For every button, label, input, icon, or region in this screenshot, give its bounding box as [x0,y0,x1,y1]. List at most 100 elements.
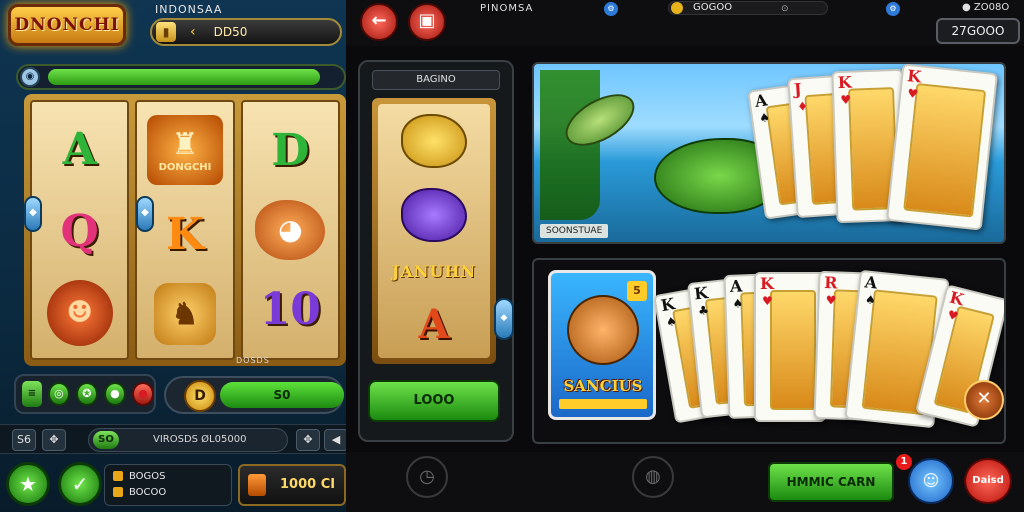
fish-symbol-icon: ◕ [255,199,326,260]
card-suit-icon: ♥ [906,86,919,102]
featured-card-ribbon [559,399,647,409]
cat-symbol-icon: ♞ [153,283,216,345]
top-card-4[interactable]: K ♥ [886,64,998,231]
game-title: PINOMSA [480,3,534,14]
mini-play-button[interactable]: LOOO [368,380,500,422]
featured-card-label: SANCIUS [563,377,643,395]
spin-value: S0 [220,382,344,408]
coin-icon: ▮ [156,22,176,42]
mini-label: JANUHN [391,262,477,281]
card-rank: A [729,276,743,296]
balance-row: BOGOS [113,469,223,485]
bottom-bar: ◷ ◍ HMMIC CARN ☺ 1 Daisd [346,452,1024,512]
bottom-controls: ★ ✓ BOGOS BOCOO 1000 CI [0,458,346,512]
coin-value: GOGOO [693,2,733,13]
wallet-icon [248,474,266,496]
card-rank: K [947,287,966,310]
fishing-scene: SOONSTUAE A ♠ J ♦ K ♥ K ♥ [532,62,1006,244]
symbol-q: Q [60,206,99,258]
search-icon[interactable]: ⊙ [781,3,789,15]
move-icon[interactable]: ✥ [42,429,66,451]
spin-coin[interactable]: D [184,380,216,412]
auto-button[interactable]: ◎ [47,382,70,406]
back-icon[interactable]: ◀ [324,429,346,451]
chevron-left-icon[interactable]: ‹ [190,24,196,40]
mask-symbol-icon: ☻ [46,279,113,346]
slot-title: INDONSAA [155,3,223,16]
balance-bar[interactable]: ▮ ‹ DD50 [150,18,342,46]
card-suit-icon: ♠ [864,292,877,308]
progress-fill [48,69,320,85]
card-suit-icon: ♥ [762,294,773,308]
control-row: ≡ ◎ ✪ ● ● D S0 [14,374,344,416]
card-rank: J [793,79,803,100]
settings-icon[interactable]: ◉ [20,67,40,87]
total-box: 1000 CI [238,464,346,506]
check-button[interactable]: ✓ [58,462,102,506]
balance-display: 27GOOO [936,18,1020,44]
bet-size-box[interactable]: S6 [12,429,36,451]
card-suit-icon: ♦ [796,99,809,114]
reel-1: A Q ☻ [30,100,130,360]
coin-icon [671,2,683,14]
move-icon-right[interactable]: ✥ [296,429,320,451]
symbol-k: K [165,208,205,260]
card-rank: K [659,294,677,316]
balance-value: DD50 [213,25,248,39]
symbol-a-icon: A [418,301,450,348]
card-suit-icon: ♠ [758,110,771,126]
card-rank: K [906,66,923,87]
card-suit-icon: ♣ [697,303,710,319]
card-suit-icon: ♥ [825,293,837,308]
bet-row: S6 ✥ SO VIROSDS ØL05000 ✥ ◀ [0,424,346,454]
card-art [770,290,816,410]
mini-gem-icon[interactable]: ◆ [494,298,514,340]
featured-card[interactable]: 5 SANCIUS [548,270,656,420]
turbo-button[interactable]: ✪ [75,382,98,406]
balance-row: BOCOO [113,485,223,501]
card-art [903,82,987,218]
app-root: DNONCHI INDONSAA ▮ ‹ DD50 ◉ A Q ☻ ♜ DONG… [0,0,1024,512]
chip-icon[interactable]: ◍ [632,456,674,498]
middle-gem-icon[interactable]: ◆ [136,196,154,232]
spin-control[interactable]: D S0 [164,376,344,414]
card-badge: 5 [627,281,647,301]
coin-icon [113,471,123,481]
star-button[interactable]: ★ [6,462,50,506]
reels: A Q ☻ ♜ DONGCHI K ♞ D ◕ 10 [30,100,340,360]
card-suit-icon: ♠ [732,296,744,311]
bullet-icon: ● [962,2,971,13]
left-gem-icon[interactable]: ◆ [24,196,42,232]
game-card-button[interactable]: HMMIC CARN [768,462,894,502]
bet-button[interactable]: ≡ [22,381,42,407]
top-bar: ← ▣ PINOMSA ⚙ GOGOO ⊙ ⚙ ● ZO08O 27GOOO [346,0,1024,46]
gear-icon[interactable]: ⚙ [886,2,900,16]
back-button[interactable]: ← [360,3,398,41]
info-button[interactable]: ● [103,382,126,406]
winged-emblem-icon: ♜ [171,127,199,162]
card-suit-icon: ♠ [664,313,678,330]
scene-caption: SOONSTUAE [540,224,609,238]
friends-button[interactable]: ☺ [908,458,954,504]
card-hand-panel: 5 SANCIUS K ♠ K ♣ A ♠ K ♥ R ♥ A ♠ K ♥ ✕ [532,258,1006,444]
stop-button[interactable]: ● [131,382,155,406]
timer-icon[interactable]: ◷ [406,456,448,498]
reel-3: D ◕ 10 [240,100,340,360]
bet-info: SO VIROSDS ØL05000 [88,428,288,452]
menu-button[interactable]: ▣ [408,3,446,41]
purple-fish-icon [401,188,467,242]
close-icon[interactable]: ✕ [964,380,1004,420]
gold-fish-icon [401,114,467,168]
card-rank: K [837,72,852,93]
symbol-a: A [62,123,97,175]
total-value: 1000 CI [280,477,336,492]
emblem-label: DONGCHI [158,162,212,173]
mini-header: BAGINO [372,70,500,90]
coin-bar: GOGOO ⊙ [668,1,828,15]
win-label: DOSDS [236,356,270,365]
settings-icon[interactable]: ⚙ [604,2,618,16]
deal-button[interactable]: Daisd [964,458,1012,504]
card-suit-icon: ♥ [840,92,852,108]
card-panel: ← ▣ PINOMSA ⚙ GOGOO ⊙ ⚙ ● ZO08O 27GOOO B… [346,0,1024,512]
symbol-10: 10 [259,284,321,336]
